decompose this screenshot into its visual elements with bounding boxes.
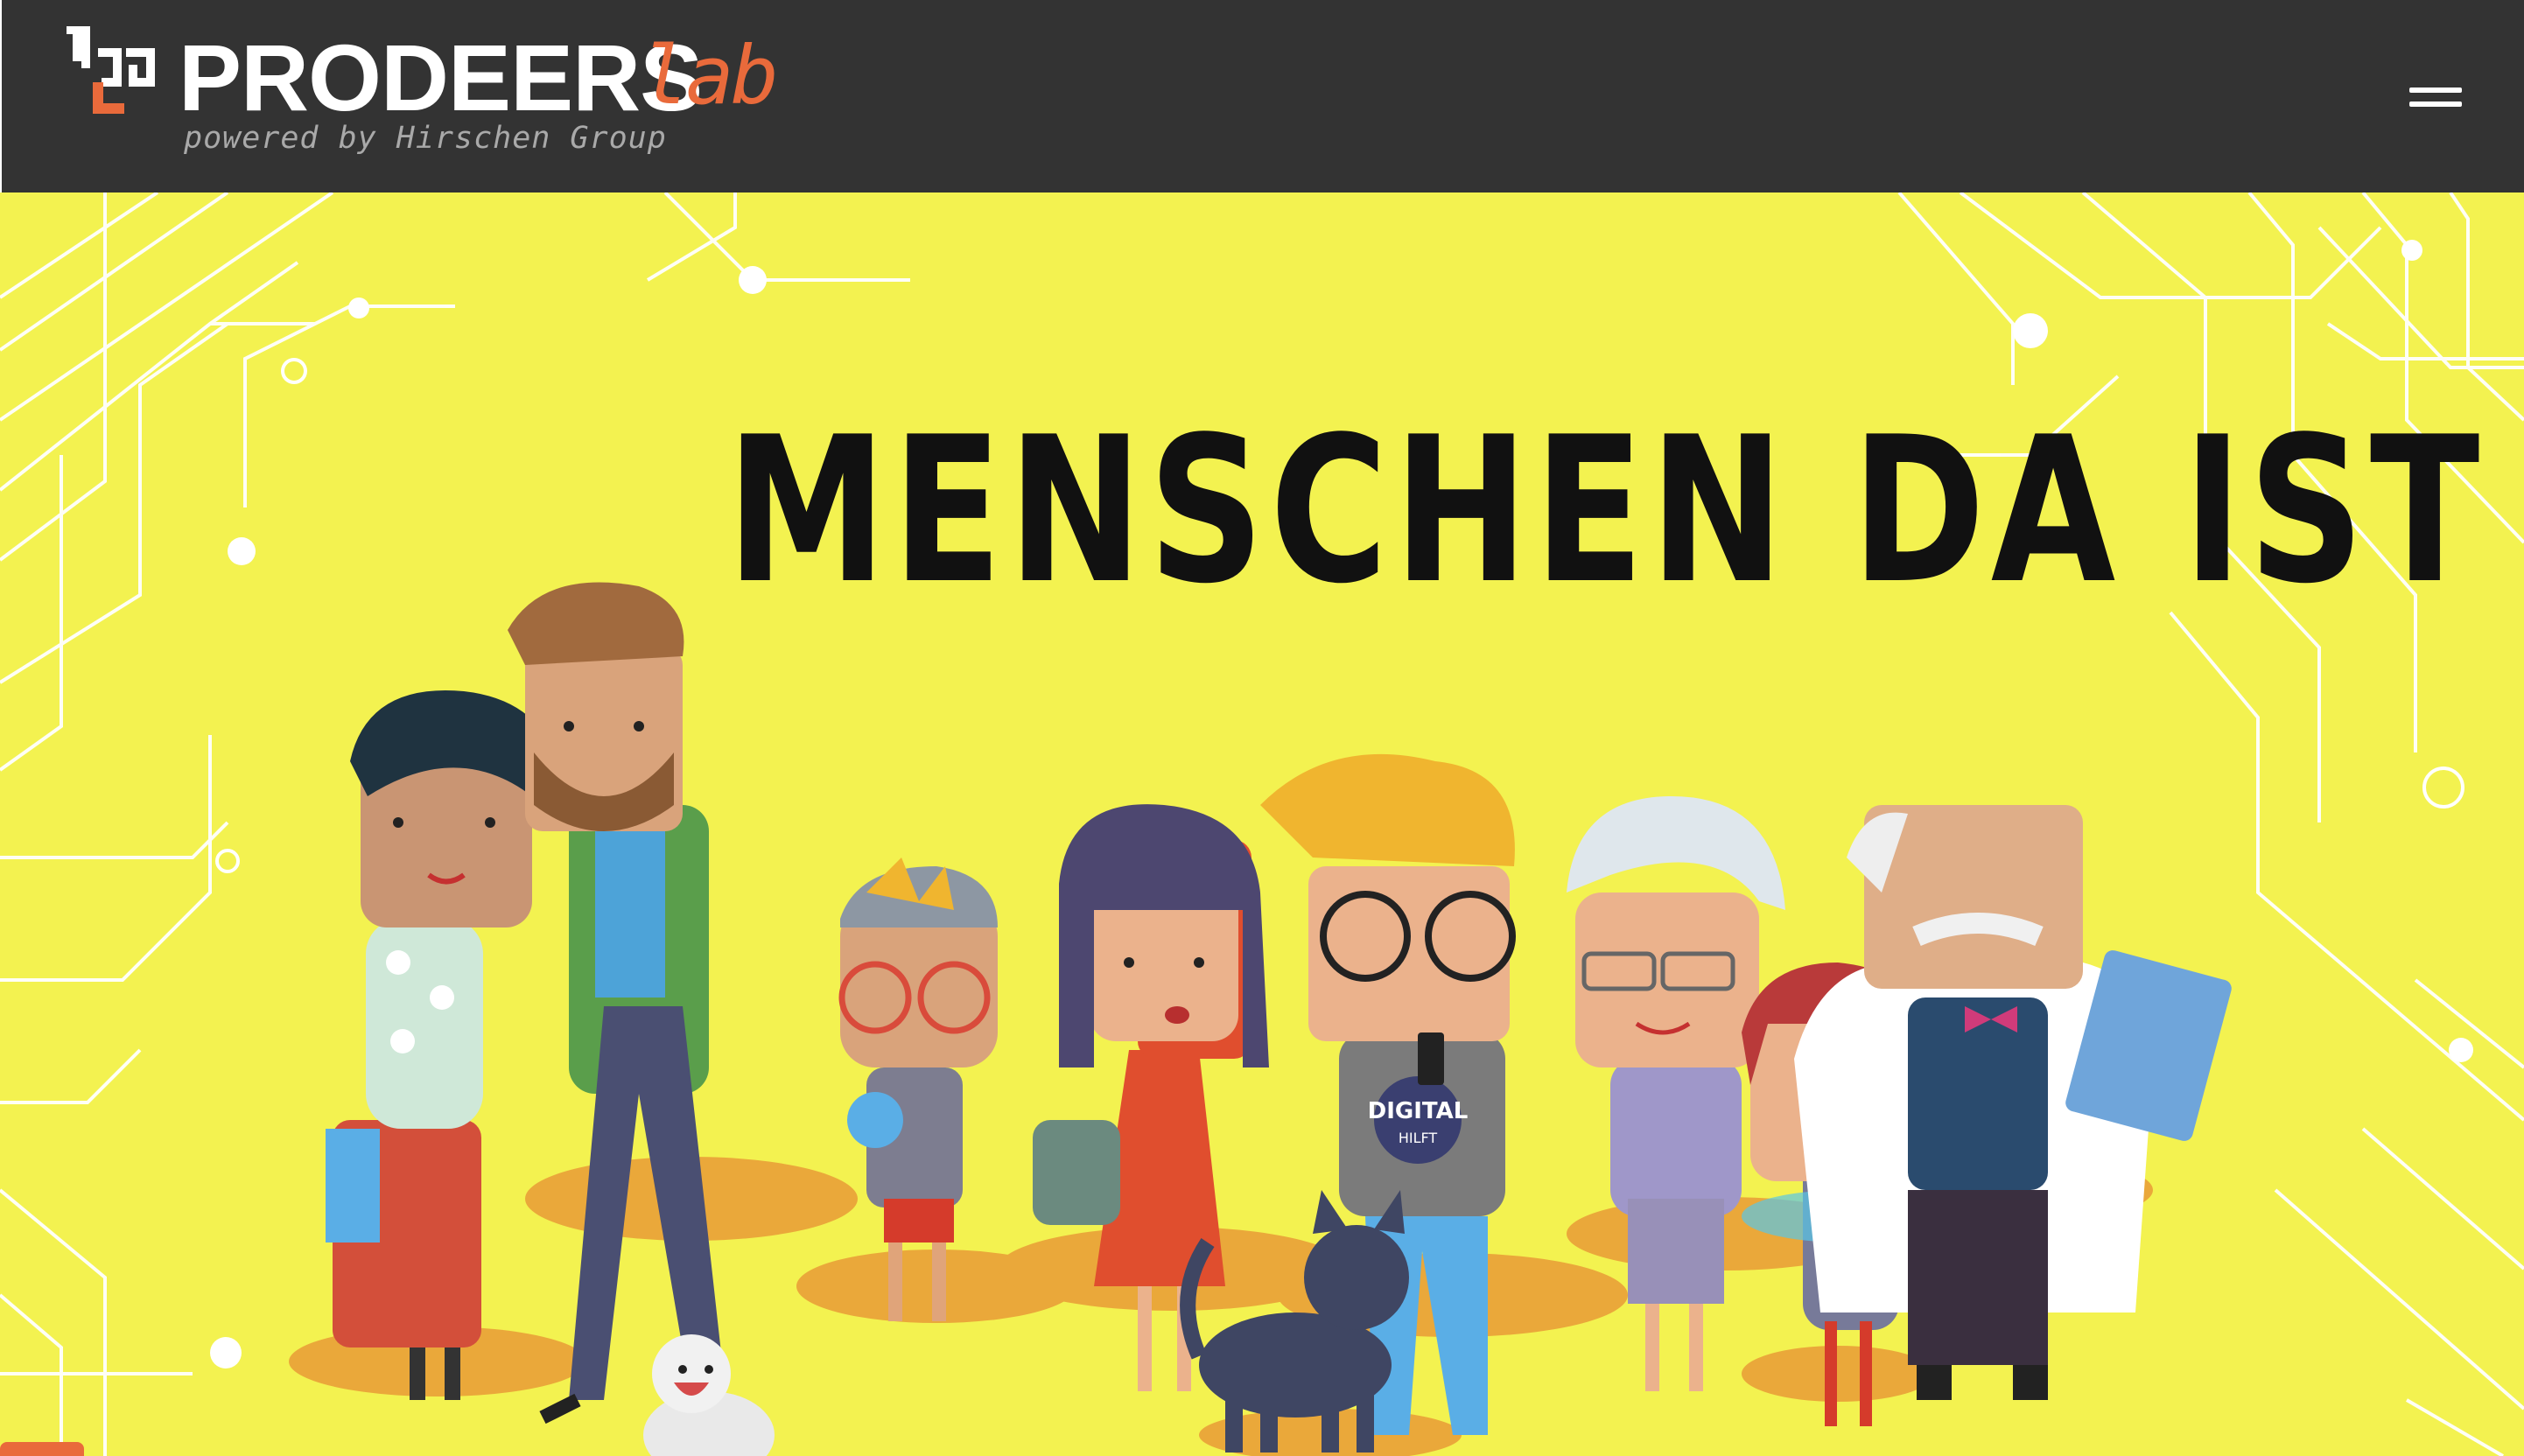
professor (1794, 805, 2232, 1400)
site-header: PRODEERS lab powered by Hirschen Group (0, 0, 2524, 192)
people-illustration: DIGITAL HILFT (289, 582, 2232, 1456)
site-logo[interactable]: PRODEERS lab powered by Hirschen Group (63, 26, 781, 166)
brand-tagline: powered by Hirschen Group (184, 121, 667, 156)
dog-icon (643, 1334, 775, 1456)
prodeers-logo-icon (67, 26, 155, 114)
hero-video-frame[interactable]: MENSCHEN DA IST DIGITAL HILFT (0, 192, 2524, 1456)
feedback-tab[interactable] (0, 1442, 84, 1456)
woman-left (326, 690, 560, 1400)
shirt-text: DIGITAL (1368, 1098, 1469, 1124)
brand-name: PRODEERS (179, 24, 703, 130)
bearded-man (508, 582, 747, 1424)
brand-suffix: lab (641, 29, 779, 122)
menu-button[interactable] (2396, 77, 2475, 122)
shirt-subtext: HILFT (1399, 1130, 1438, 1146)
